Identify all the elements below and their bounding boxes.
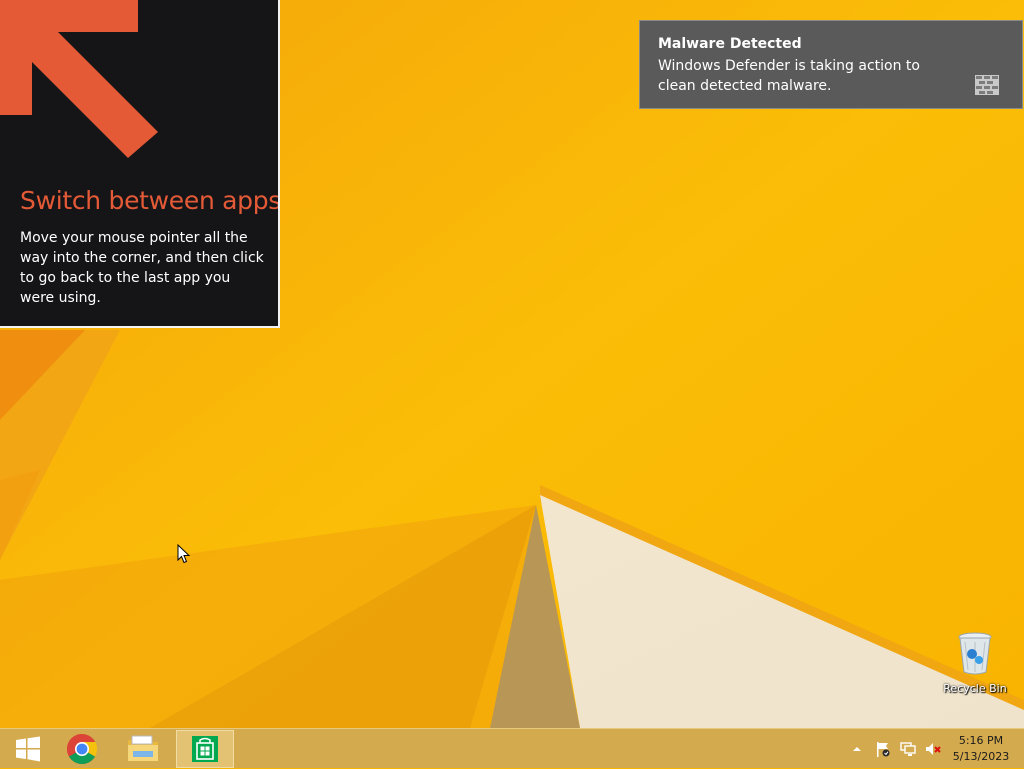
taskbar: 5:16 PM 5/13/2023	[0, 728, 1024, 768]
notification-body: Windows Defender is taking action to cle…	[658, 58, 920, 94]
windows-defender-wall-icon	[975, 75, 999, 95]
network-icon[interactable]	[899, 740, 917, 758]
clock-date: 5/13/2023	[952, 750, 1010, 763]
store-icon	[192, 736, 218, 762]
show-hidden-icons-chevron[interactable]	[850, 742, 864, 756]
start-button[interactable]	[0, 730, 56, 768]
notification-title: Malware Detected	[658, 36, 802, 52]
taskbar-clock[interactable]: 5:16 PM 5/13/2023	[948, 733, 1014, 765]
taskbar-chrome-button[interactable]	[54, 730, 110, 768]
volume-muted-icon[interactable]	[924, 740, 942, 758]
recycle-bin-icon	[958, 632, 992, 675]
mouse-cursor-icon	[177, 544, 191, 564]
tip-body: Move your mouse pointer all the way into…	[20, 230, 264, 306]
clock-time: 5:16 PM	[958, 734, 1004, 747]
tip-title: Switch between apps	[20, 186, 280, 215]
recycle-bin-desktop-icon[interactable]: Recycle Bin	[940, 630, 1010, 695]
recycle-bin-label: Recycle Bin	[943, 682, 1007, 695]
system-tray	[850, 729, 942, 769]
action-center-flag-icon[interactable]	[874, 740, 892, 758]
malware-detected-notification[interactable]: Malware Detected Windows Defender is tak…	[639, 20, 1023, 109]
tip-panel: Switch between apps Move your mouse poin…	[0, 0, 280, 328]
file-explorer-icon	[128, 735, 158, 761]
taskbar-file-explorer-button[interactable]	[115, 730, 171, 768]
taskbar-store-button[interactable]	[176, 730, 234, 768]
corner-arrow-icon	[0, 0, 158, 158]
windows-start-icon	[16, 736, 40, 762]
chrome-icon	[66, 734, 98, 765]
